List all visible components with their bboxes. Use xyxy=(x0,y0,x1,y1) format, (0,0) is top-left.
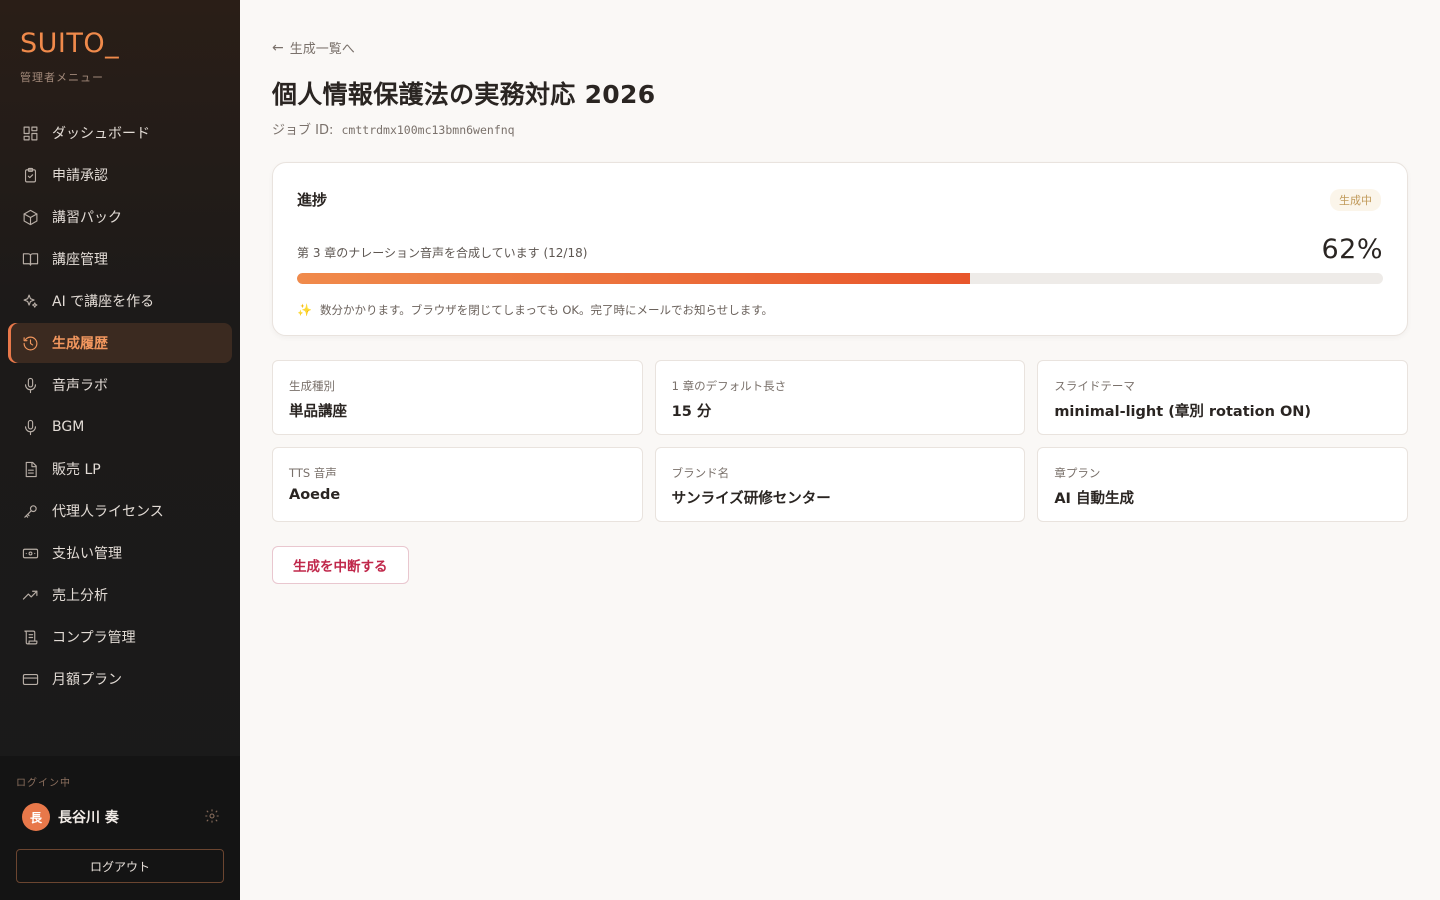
sidebar-item-label: 販売 LP xyxy=(52,462,101,478)
sidebar-item-compliance[interactable]: コンプラ管理 xyxy=(8,617,232,657)
avatar: 長 xyxy=(22,803,50,831)
key-icon xyxy=(20,501,40,521)
sidebar-item-ai-create[interactable]: AI で講座を作る xyxy=(8,281,232,321)
status-badge: 生成中 xyxy=(1330,189,1381,211)
brand-subtitle: 管理者メニュー xyxy=(20,71,104,84)
file-text-icon xyxy=(20,459,40,479)
main-content: ← 生成一覧へ 個人情報保護法の実務対応 2026 ジョブ ID: cmttrd… xyxy=(240,0,1440,900)
sidebar-item-label: 講座管理 xyxy=(52,252,108,268)
credit-card-icon xyxy=(20,669,40,689)
detail-tts-voice: TTS 音声 Aoede xyxy=(272,447,643,522)
login-status-label: ログイン中 xyxy=(16,778,71,789)
sparkles-icon xyxy=(20,291,40,311)
progress-note: ✨ 数分かかります。ブラウザを閉じてしまっても OK。完了時にメールでお知らせし… xyxy=(297,302,1383,318)
sidebar-item-label: ダッシュボード xyxy=(52,126,150,142)
detail-slide-theme: スライドテーマ minimal-light (章別 rotation ON) xyxy=(1037,360,1408,435)
stop-generation-button[interactable]: 生成を中断する xyxy=(272,546,409,584)
sidebar-item-label: 申請承認 xyxy=(52,168,108,184)
detail-value: Aoede xyxy=(289,487,341,503)
sparkle-icon: ✨ xyxy=(297,303,312,317)
detail-value: サンライズ研修センター xyxy=(671,491,831,507)
progress-percent: 62% xyxy=(1321,234,1383,265)
sidebar-item-packs[interactable]: 講習パック xyxy=(8,197,232,237)
sidebar-item-label: 生成履歴 xyxy=(52,336,108,352)
progress-card: 進捗 生成中 第 3 章のナレーション音声を合成しています (12/18) 62… xyxy=(272,162,1408,336)
sidebar-item-label: 代理人ライセンス xyxy=(52,504,164,520)
sidebar-item-agent-license[interactable]: 代理人ライセンス xyxy=(8,491,232,531)
logout-button[interactable]: ログアウト xyxy=(16,849,224,883)
book-open-icon xyxy=(20,249,40,269)
sidebar-item-approvals[interactable]: 申請承認 xyxy=(8,155,232,195)
detail-label: 章プラン xyxy=(1054,466,1101,480)
sidebar-item-label: BGM xyxy=(52,419,85,435)
detail-value: AI 自動生成 xyxy=(1054,491,1134,507)
detail-chapter-plan: 章プラン AI 自動生成 xyxy=(1037,447,1408,522)
sidebar: SUITO_ 管理者メニュー ダッシュボード 申請承認 講習パック 講座管理 A… xyxy=(0,0,240,900)
gear-icon[interactable] xyxy=(204,808,222,826)
detail-generation-type: 生成種別 単品講座 xyxy=(272,360,643,435)
user-name: 長谷川 奏 xyxy=(58,810,119,826)
brand: SUITO_ 管理者メニュー xyxy=(0,0,240,85)
back-link-label: 生成一覧へ xyxy=(289,42,355,57)
detail-value: 単品講座 xyxy=(289,404,347,420)
progress-row: 第 3 章のナレーション音声を合成しています (12/18) 62% xyxy=(297,234,1383,265)
sidebar-item-label: AI で講座を作る xyxy=(52,294,155,310)
sidebar-item-history[interactable]: 生成履歴 xyxy=(8,323,232,363)
detail-label: 生成種別 xyxy=(289,379,335,393)
banknote-icon xyxy=(20,543,40,563)
detail-value: minimal-light (章別 rotation ON) xyxy=(1054,404,1312,420)
job-id-label: ジョブ ID: xyxy=(272,123,334,138)
progress-bar-fill xyxy=(297,273,971,284)
detail-label: ブランド名 xyxy=(671,466,730,480)
progress-title: 進捗 xyxy=(297,191,328,209)
progress-note-text: 数分かかります。ブラウザを閉じてしまっても OK。完了時にメールでお知らせします… xyxy=(319,303,774,317)
history-icon xyxy=(20,333,40,353)
dashboard-icon xyxy=(20,123,40,143)
trending-up-icon xyxy=(20,585,40,605)
sidebar-item-label: 講習パック xyxy=(52,210,122,226)
clipboard-check-icon xyxy=(20,165,40,185)
progress-message: 第 3 章のナレーション音声を合成しています (12/18) xyxy=(297,246,588,260)
sidebar-item-bgm[interactable]: BGM xyxy=(8,407,232,447)
package-icon xyxy=(20,207,40,227)
detail-brand-name: ブランド名 サンライズ研修センター xyxy=(654,447,1026,522)
sidebar-item-label: 音声ラボ xyxy=(52,378,108,394)
page-title: 個人情報保護法の実務対応 2026 xyxy=(272,80,656,109)
detail-value: 15 分 xyxy=(671,404,712,420)
detail-chapter-length: 1 章のデフォルト長さ 15 分 xyxy=(654,360,1026,435)
detail-label: スライドテーマ xyxy=(1054,379,1135,393)
detail-grid: 生成種別 単品講座 1 章のデフォルト長さ 15 分 スライドテーマ minim… xyxy=(272,360,1408,522)
sidebar-item-sales-analytics[interactable]: 売上分析 xyxy=(8,575,232,615)
sidebar-item-label: 月額プラン xyxy=(52,672,122,688)
microphone-icon xyxy=(20,375,40,395)
sidebar-item-dashboard[interactable]: ダッシュボード xyxy=(8,113,232,153)
brand-logo[interactable]: SUITO_ xyxy=(20,28,220,59)
arrow-left-icon: ← xyxy=(272,39,284,56)
sidebar-item-label: 支払い管理 xyxy=(52,546,122,562)
sidebar-item-monthly-plan[interactable]: 月額プラン xyxy=(8,659,232,699)
sidebar-item-courses[interactable]: 講座管理 xyxy=(8,239,232,279)
job-id-value: cmttrdmx100mc13bmn6wenfnq xyxy=(341,123,515,137)
scroll-icon xyxy=(20,627,40,647)
sidebar-nav: ダッシュボード 申請承認 講習パック 講座管理 AI で講座を作る 生成履歴 音… xyxy=(0,113,240,756)
job-id: ジョブ ID: cmttrdmx100mc13bmn6wenfnq xyxy=(272,119,1408,138)
sidebar-item-label: 売上分析 xyxy=(52,588,108,604)
sidebar-item-voice-lab[interactable]: 音声ラボ xyxy=(8,365,232,405)
user-row: 長 長谷川 奏 xyxy=(16,803,224,831)
back-link[interactable]: ← 生成一覧へ xyxy=(272,38,1408,58)
detail-label: TTS 音声 xyxy=(289,466,337,480)
sidebar-item-payments[interactable]: 支払い管理 xyxy=(8,533,232,573)
sidebar-item-sales-lp[interactable]: 販売 LP xyxy=(8,449,232,489)
sidebar-item-label: コンプラ管理 xyxy=(52,630,136,646)
detail-label: 1 章のデフォルト長さ xyxy=(671,379,787,393)
progress-bar xyxy=(297,273,1383,284)
user-area: ログイン中 長 長谷川 奏 ログアウト xyxy=(0,756,240,900)
microphone-icon xyxy=(20,417,40,437)
